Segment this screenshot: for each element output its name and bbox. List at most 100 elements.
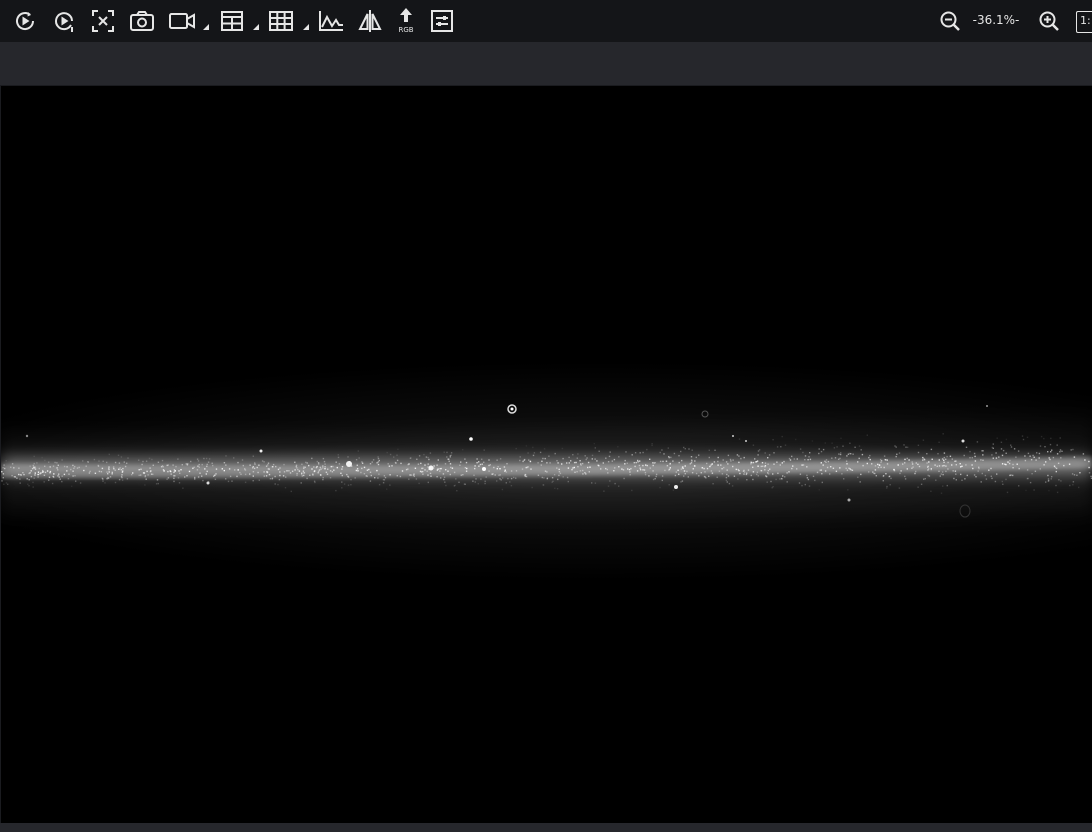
speckle: [1047, 474, 1049, 477]
speckle: [172, 464, 174, 466]
speckle: [1, 471, 3, 473]
speckle: [576, 457, 578, 459]
speckle: [166, 464, 168, 467]
speckle: [955, 473, 957, 475]
speckle: [386, 488, 388, 490]
speckle: [314, 470, 316, 472]
speckle: [181, 464, 183, 466]
speckle: [194, 476, 196, 479]
speckle: [841, 473, 843, 475]
speckle: [19, 474, 22, 476]
speckle: [56, 467, 58, 469]
speckle: [683, 470, 686, 472]
speckle: [984, 474, 987, 477]
actual-size-button[interactable]: 1:: [1076, 11, 1092, 33]
speckle: [227, 480, 230, 483]
record-video-dropdown-caret[interactable]: [203, 24, 209, 30]
speckle: [1055, 467, 1058, 470]
speckle: [945, 470, 947, 473]
speckle: [542, 484, 545, 486]
speckle: [356, 468, 359, 470]
speckle: [1024, 459, 1027, 462]
speckle: [873, 472, 875, 475]
speckle: [1055, 484, 1057, 487]
speckle: [23, 473, 25, 476]
speckle: [1047, 451, 1049, 453]
speckle: [655, 473, 658, 476]
grid-overlay-button[interactable]: [265, 5, 297, 37]
speckle: [72, 464, 74, 467]
speckle: [972, 467, 974, 470]
speckle: [513, 476, 515, 479]
speckle: [341, 481, 343, 483]
speckle: [523, 459, 525, 461]
speckle: [669, 467, 671, 469]
layout-button[interactable]: [216, 5, 248, 37]
single-shot-button[interactable]: [48, 5, 80, 37]
speckle: [788, 471, 790, 473]
speckle: [317, 470, 320, 473]
speckle: [277, 468, 280, 471]
speckle: [764, 465, 767, 467]
speckle: [311, 468, 313, 470]
histogram-button[interactable]: [315, 5, 347, 37]
speckle: [659, 451, 661, 454]
speckle: [87, 461, 89, 463]
speckle: [3, 483, 5, 485]
speckle: [691, 460, 693, 462]
speckle: [973, 474, 976, 476]
speckle: [945, 465, 947, 467]
rgb-button[interactable]: RGB: [390, 5, 422, 37]
speckle: [1055, 470, 1057, 473]
speckle: [765, 475, 768, 478]
speckle: [821, 481, 823, 484]
snapshot-button[interactable]: [126, 5, 158, 37]
speckle: [391, 465, 393, 467]
live-play-button[interactable]: [9, 5, 41, 37]
speckle: [68, 473, 70, 475]
speckle: [201, 463, 203, 466]
speckle: [756, 471, 759, 473]
zoom-in-button[interactable]: [1033, 5, 1065, 37]
clear-roi-button[interactable]: [87, 5, 119, 37]
speckle: [767, 457, 769, 459]
grid-dropdown-caret[interactable]: [303, 24, 309, 30]
speckle: [917, 451, 920, 454]
speckle: [231, 480, 233, 482]
speckle: [648, 475, 650, 477]
speckle: [370, 474, 372, 477]
speckle: [396, 454, 398, 456]
speckle: [295, 464, 298, 466]
adjust-settings-button[interactable]: [426, 5, 458, 37]
speckle: [303, 472, 305, 474]
flip-button[interactable]: [354, 5, 386, 37]
speckle: [347, 484, 350, 486]
speckle: [330, 465, 332, 468]
speckle: [223, 469, 225, 472]
speckle: [335, 461, 337, 463]
speckle: [851, 469, 854, 471]
speckle: [767, 469, 770, 472]
speckle: [71, 485, 73, 487]
layout-dropdown-caret[interactable]: [253, 24, 259, 30]
speckle: [341, 468, 343, 470]
speckle: [605, 457, 607, 459]
zoom-out-button[interactable]: [934, 5, 966, 37]
speckle: [743, 456, 745, 459]
speckle: [147, 474, 149, 476]
speckle: [1051, 476, 1053, 478]
speckle: [683, 475, 685, 477]
speckle: [941, 458, 944, 460]
speckle: [3, 464, 5, 466]
record-video-button[interactable]: [166, 5, 198, 37]
image-viewer[interactable]: [1, 86, 1092, 823]
speckle: [624, 459, 626, 462]
speckle: [954, 470, 957, 472]
speckle: [29, 472, 31, 474]
speckle: [424, 464, 426, 466]
speckle: [416, 458, 418, 460]
speckle: [579, 470, 582, 472]
speckle: [374, 477, 376, 479]
speckle: [618, 456, 620, 458]
speckle: [525, 475, 528, 478]
